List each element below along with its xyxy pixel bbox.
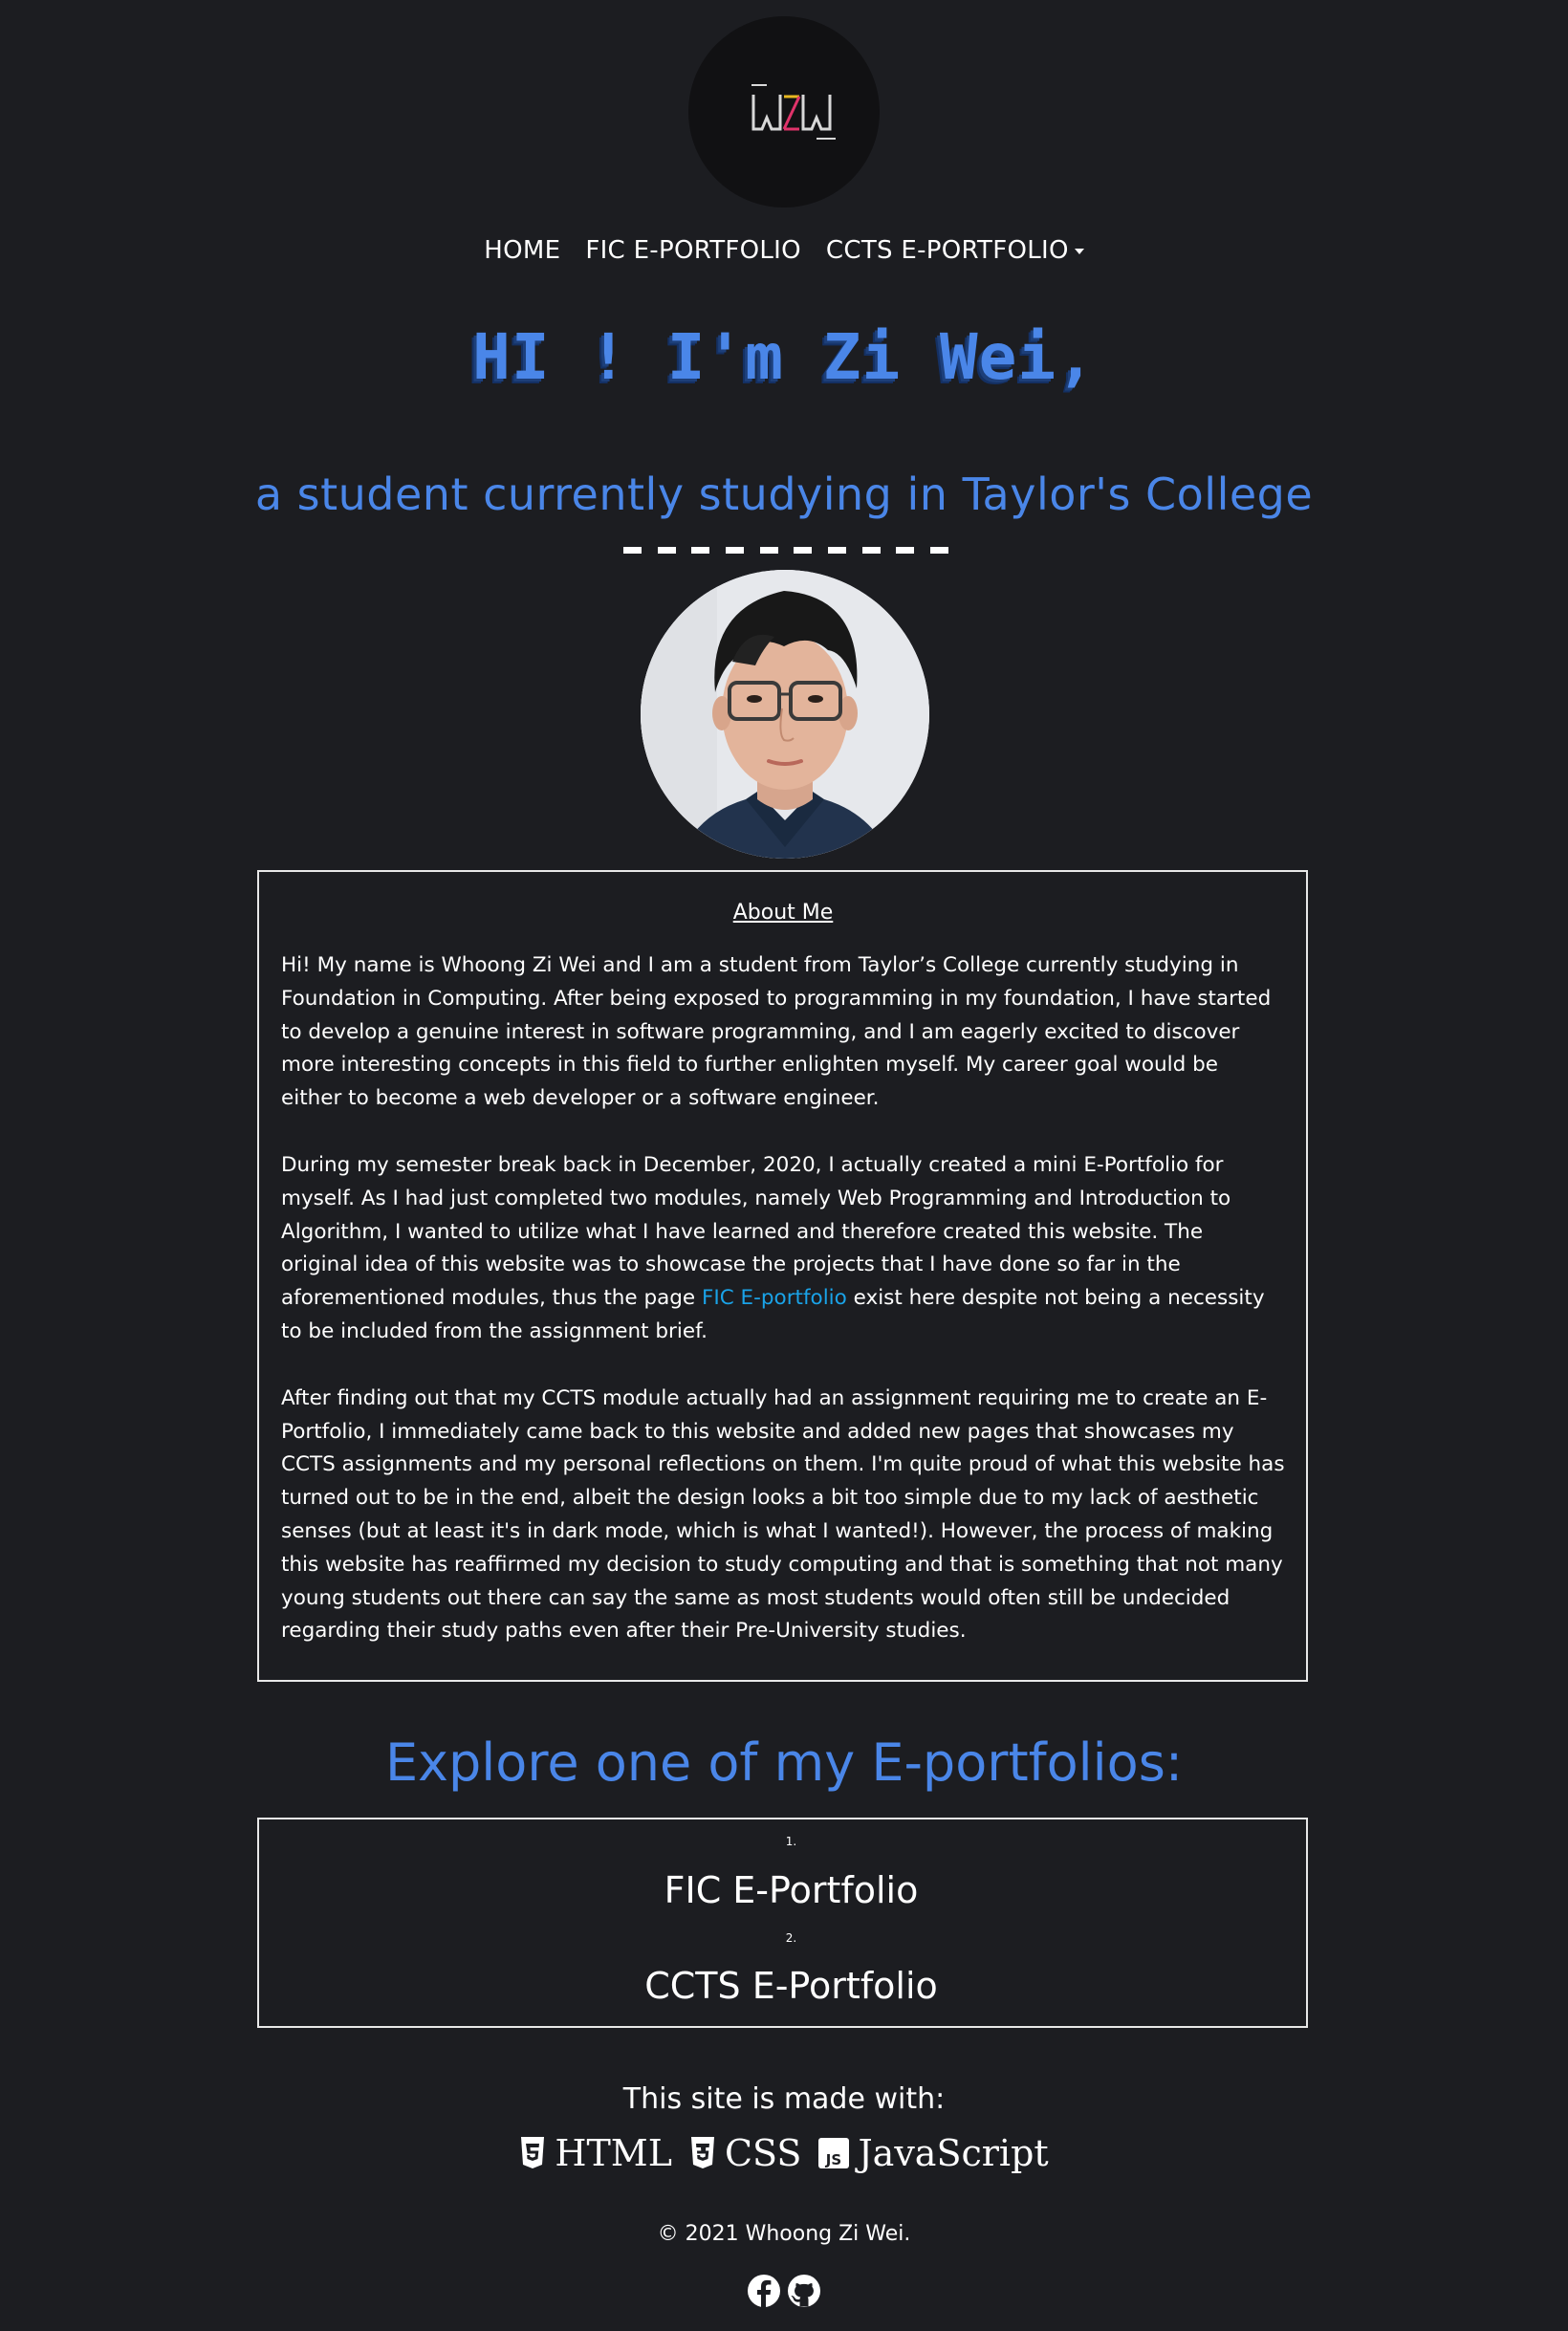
hero-subtitle: a student currently studying in Taylor's… bbox=[254, 468, 1314, 520]
tech-stack: HTML CSS JS JavaScript bbox=[0, 2132, 1568, 2174]
copyright-text: © 2021 Whoong Zi Wei. bbox=[657, 2222, 911, 2246]
tech-javascript: JS JavaScript bbox=[818, 2132, 1049, 2174]
facebook-link[interactable] bbox=[747, 2274, 781, 2312]
dashed-divider bbox=[623, 547, 948, 555]
profile-photo bbox=[641, 570, 929, 859]
nav-ccts-eportfolio-label: CCTS E-PORTFOLIO bbox=[825, 236, 1069, 265]
tech-html-label: HTML bbox=[555, 2132, 672, 2174]
ccts-eportfolio-link[interactable]: CCTS E-Portfolio bbox=[259, 1965, 1306, 2007]
nav-fic-eportfolio[interactable]: FIC E-PORTFOLIO bbox=[585, 236, 801, 265]
portfolio-list-number: 2. bbox=[785, 1931, 797, 1945]
fic-eportfolio-link[interactable]: FIC E-Portfolio bbox=[259, 1869, 1306, 1911]
about-me-title: About Me bbox=[732, 901, 834, 925]
javascript-icon: JS bbox=[818, 2138, 850, 2168]
github-icon bbox=[788, 2275, 820, 2307]
social-links bbox=[0, 2274, 1568, 2312]
nav-ccts-eportfolio-dropdown[interactable]: CCTS E-PORTFOLIO bbox=[826, 236, 1084, 265]
wzw-logo-icon bbox=[751, 84, 836, 140]
site-logo[interactable] bbox=[688, 16, 880, 207]
caret-down-icon bbox=[1074, 249, 1084, 254]
fic-eportfolio-inline-link[interactable]: FIC E-portfolio bbox=[702, 1286, 847, 1310]
about-paragraph-1: Hi! My name is Whoong Zi Wei and I am a … bbox=[281, 953, 1272, 1111]
hero-title: HI ! I'm Zi Wei, bbox=[472, 320, 1096, 394]
html5-icon bbox=[521, 2137, 545, 2168]
about-me-section: About Me Hi! My name is Whoong Zi Wei an… bbox=[257, 870, 1308, 1682]
css3-icon bbox=[690, 2137, 714, 2168]
main-nav: HOME FIC E-PORTFOLIO CCTS E-PORTFOLIO bbox=[0, 236, 1568, 265]
facebook-icon bbox=[748, 2275, 780, 2308]
nav-home[interactable]: HOME bbox=[484, 236, 560, 265]
portfolio-list: 1. FIC E-Portfolio 2. CCTS E-Portfolio bbox=[257, 1818, 1308, 2028]
profile-photo-illustration bbox=[641, 570, 929, 859]
github-link[interactable] bbox=[787, 2274, 821, 2312]
about-paragraph-3: After finding out that my CCTS module ac… bbox=[281, 1385, 1285, 1644]
svg-text:JS: JS bbox=[825, 2151, 841, 2168]
tech-javascript-label: JavaScript bbox=[858, 2132, 1049, 2174]
tech-css-label: CSS bbox=[724, 2132, 802, 2174]
tech-html: HTML bbox=[519, 2132, 672, 2174]
tech-css: CSS bbox=[689, 2132, 801, 2174]
portfolio-list-number: 1. bbox=[785, 1835, 797, 1848]
made-with-label: This site is made with: bbox=[622, 2082, 946, 2116]
explore-title: Explore one of my E-portfolios: bbox=[384, 1732, 1184, 1793]
about-paragraph-2: During my semester break back in Decembe… bbox=[281, 1149, 1285, 1349]
